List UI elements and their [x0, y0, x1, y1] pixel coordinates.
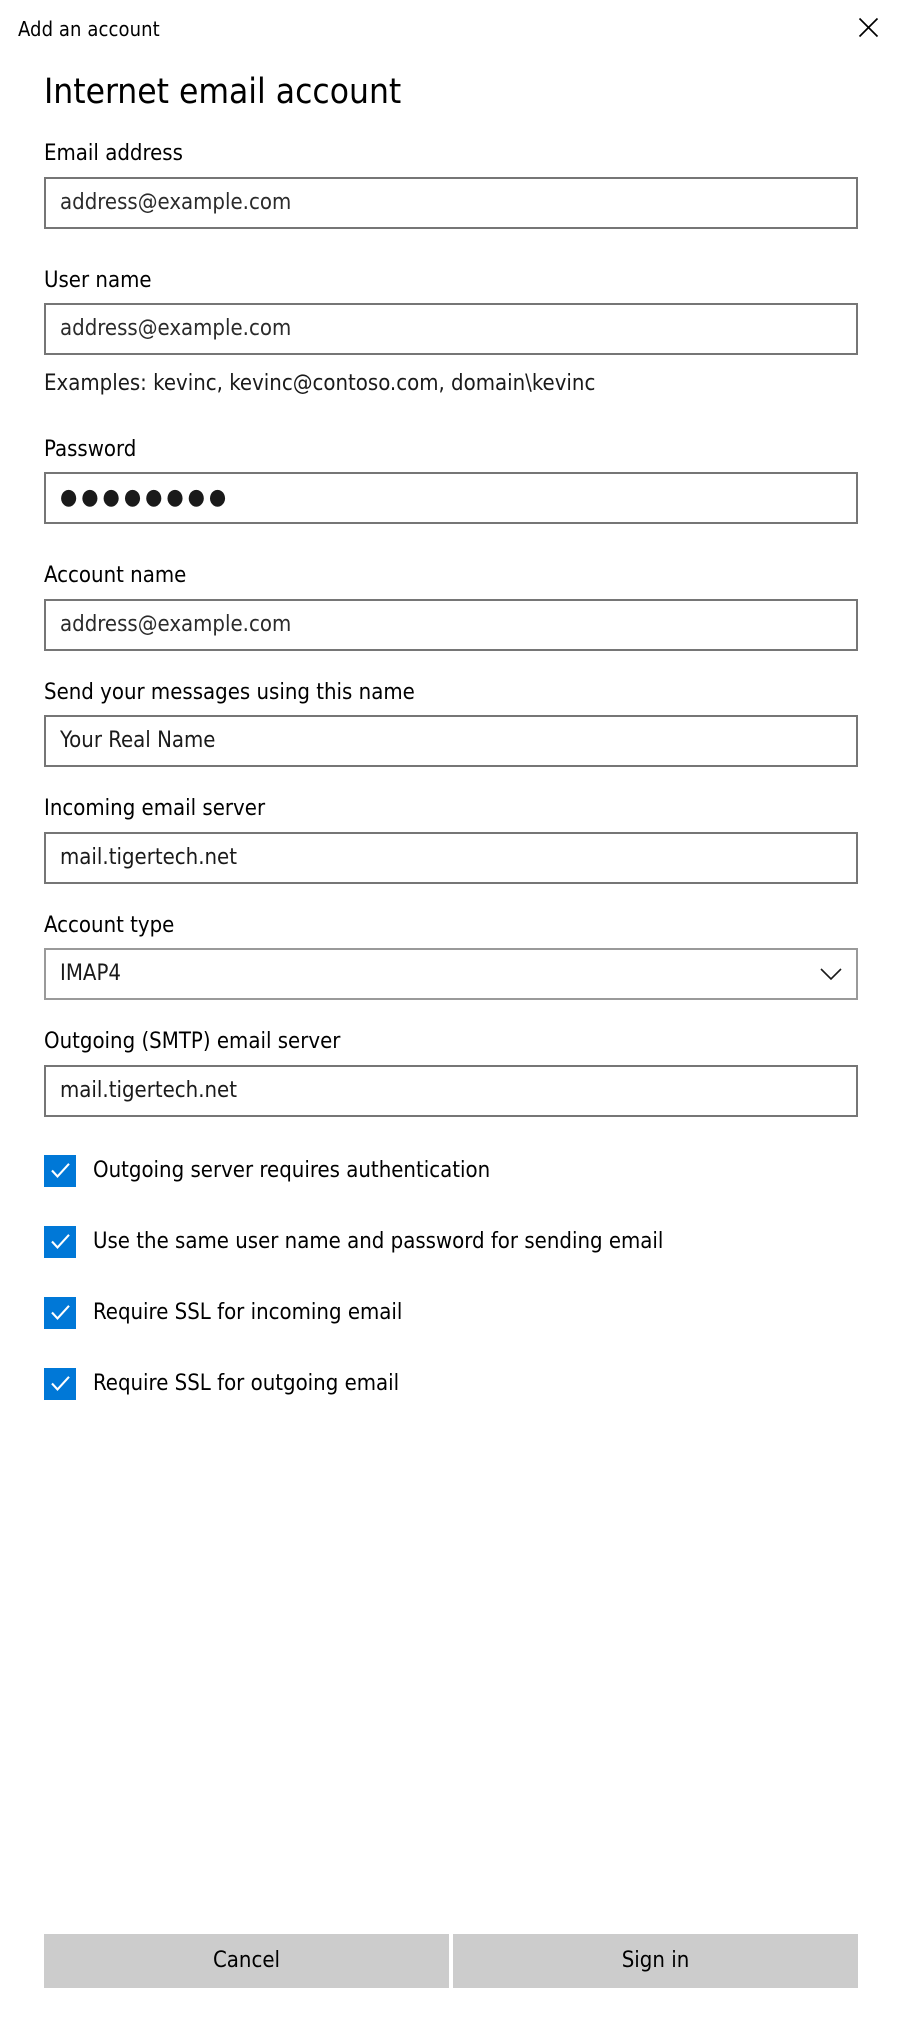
checkbox-label: Require SSL for outgoing email — [93, 1373, 399, 1395]
display-name-input[interactable]: Your Real Name — [44, 715, 858, 767]
checkbox-label: Outgoing server requires authentication — [93, 1160, 490, 1182]
close-icon — [858, 17, 879, 38]
email-address-input[interactable]: address@example.com — [44, 177, 858, 229]
field-account-name: Account name address@example.com — [0, 562, 908, 651]
email-address-label: Email address — [44, 140, 908, 168]
password-input[interactable]: ●●●●●●●● — [44, 472, 858, 524]
password-label: Password — [44, 436, 908, 464]
close-button[interactable] — [846, 8, 890, 46]
field-user-name: User name address@example.com Examples: … — [0, 267, 908, 398]
incoming-server-value: mail.tigertech.net — [60, 847, 237, 869]
dialog-footer: Cancel Sign in — [44, 1934, 858, 1988]
field-outgoing-server: Outgoing (SMTP) email server mail.tigert… — [0, 1028, 908, 1117]
cancel-button[interactable]: Cancel — [44, 1934, 449, 1988]
dialog-title: Add an account — [18, 19, 160, 39]
outgoing-server-input[interactable]: mail.tigertech.net — [44, 1065, 858, 1117]
account-name-label: Account name — [44, 562, 908, 590]
chevron-down-icon — [820, 968, 842, 981]
user-name-label: User name — [44, 267, 908, 295]
account-type-select[interactable]: IMAP4 — [44, 948, 858, 1000]
sign-in-button[interactable]: Sign in — [453, 1934, 858, 1988]
user-name-input[interactable]: address@example.com — [44, 303, 858, 355]
field-display-name: Send your messages using this name Your … — [0, 679, 908, 768]
checkmark-icon — [44, 1368, 76, 1400]
account-name-input[interactable]: address@example.com — [44, 599, 858, 651]
checkbox-same-credentials[interactable]: Use the same user name and password for … — [44, 1226, 908, 1258]
outgoing-server-value: mail.tigertech.net — [60, 1080, 237, 1102]
checkmark-icon — [44, 1226, 76, 1258]
dialog-content: Internet email account Email address add… — [0, 58, 908, 1400]
field-email-address: Email address address@example.com — [0, 140, 908, 229]
checkbox-label: Require SSL for incoming email — [93, 1302, 402, 1324]
outgoing-server-label: Outgoing (SMTP) email server — [44, 1028, 908, 1056]
incoming-server-input[interactable]: mail.tigertech.net — [44, 832, 858, 884]
checkbox-ssl-incoming[interactable]: Require SSL for incoming email — [44, 1297, 908, 1329]
display-name-value: Your Real Name — [60, 730, 215, 752]
user-name-value: address@example.com — [60, 318, 291, 340]
add-account-dialog: Add an account Internet email account Em… — [0, 0, 908, 2024]
page-title: Internet email account — [44, 72, 908, 112]
user-name-examples-text: Examples: kevinc, kevinc@contoso.com, do… — [44, 370, 908, 398]
display-name-label: Send your messages using this name — [44, 679, 908, 707]
dialog-titlebar: Add an account — [0, 0, 908, 58]
options-checkbox-list: Outgoing server requires authentication … — [0, 1155, 908, 1400]
email-address-value: address@example.com — [60, 192, 291, 214]
account-type-label: Account type — [44, 912, 908, 940]
checkbox-outgoing-auth[interactable]: Outgoing server requires authentication — [44, 1155, 908, 1187]
incoming-server-label: Incoming email server — [44, 795, 908, 823]
account-type-value: IMAP4 — [60, 963, 121, 985]
field-incoming-server: Incoming email server mail.tigertech.net — [0, 795, 908, 884]
checkbox-label: Use the same user name and password for … — [93, 1231, 663, 1253]
account-name-value: address@example.com — [60, 614, 291, 636]
field-account-type: Account type IMAP4 — [0, 912, 908, 1001]
checkbox-ssl-outgoing[interactable]: Require SSL for outgoing email — [44, 1368, 908, 1400]
checkmark-icon — [44, 1297, 76, 1329]
password-value: ●●●●●●●● — [60, 487, 230, 509]
field-password: Password ●●●●●●●● — [0, 436, 908, 525]
checkmark-icon — [44, 1155, 76, 1187]
